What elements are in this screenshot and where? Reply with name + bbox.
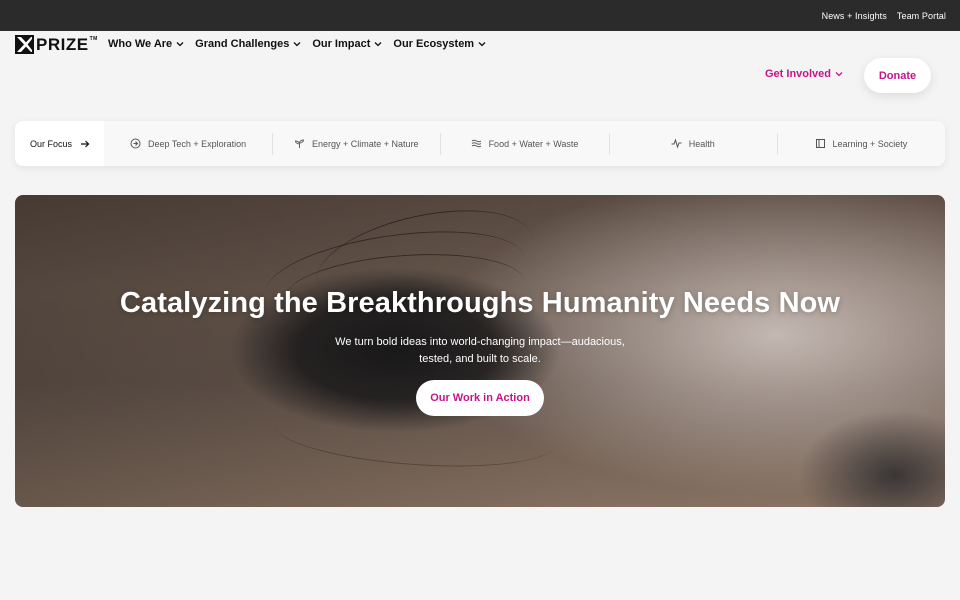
sprout-icon [295, 139, 304, 148]
chevron-down-icon [835, 72, 843, 77]
our-focus-link[interactable]: Our Focus [15, 121, 104, 166]
chevron-down-icon [374, 42, 382, 47]
xprize-logo[interactable]: PRIZETM [15, 35, 98, 54]
news-insights-link[interactable]: News + Insights [822, 11, 887, 21]
focus-health[interactable]: Health [608, 121, 777, 166]
nav-who-we-are[interactable]: Who We Are [108, 38, 184, 50]
nav-our-impact[interactable]: Our Impact [312, 38, 382, 50]
book-icon [815, 139, 825, 148]
logo-wordmark: PRIZETM [36, 35, 98, 54]
focus-label: Learning + Society [832, 138, 908, 149]
nav-our-ecosystem[interactable]: Our Ecosystem [393, 38, 486, 50]
hero-banner: Catalyzing the Breakthroughs Humanity Ne… [15, 195, 945, 507]
nav-label: Grand Challenges [195, 38, 290, 50]
hero-title: Catalyzing the Breakthroughs Humanity Ne… [119, 287, 841, 319]
compass-icon [130, 138, 141, 149]
focus-food-water[interactable]: Food + Water + Waste [440, 121, 608, 166]
focus-learning-society[interactable]: Learning + Society [776, 121, 945, 166]
donate-button[interactable]: Donate [864, 58, 931, 93]
our-work-in-action-button[interactable]: Our Work in Action [416, 380, 544, 416]
nav-label: Our Impact [312, 38, 371, 50]
hero-subtitle-line-1: We turn bold ideas into world-changing i… [335, 336, 625, 348]
x-logo-icon [15, 35, 34, 54]
waves-icon [471, 139, 481, 148]
trademark-mark: TM [89, 36, 98, 42]
chevron-down-icon [478, 42, 486, 47]
focus-categories: Deep Tech + Exploration Energy + Climate… [104, 121, 945, 166]
our-focus-label: Our Focus [30, 138, 73, 149]
get-involved-menu[interactable]: Get Involved [765, 68, 843, 80]
pulse-icon [671, 138, 682, 149]
arrow-right-icon [81, 140, 90, 147]
utility-bar: News + Insights Team Portal [0, 0, 960, 31]
chevron-down-icon [176, 42, 184, 47]
focus-energy-climate[interactable]: Energy + Climate + Nature [272, 121, 440, 166]
focus-label: Energy + Climate + Nature [312, 138, 419, 149]
get-involved-label: Get Involved [765, 68, 832, 80]
focus-label: Deep Tech + Exploration [148, 138, 247, 149]
main-nav: Who We Are Grand Challenges Our Impact O… [108, 36, 486, 52]
nav-label: Who We Are [108, 38, 173, 50]
nav-grand-challenges[interactable]: Grand Challenges [195, 38, 301, 50]
chevron-down-icon [293, 42, 301, 47]
focus-label: Health [688, 138, 715, 149]
nav-label: Our Ecosystem [393, 38, 475, 50]
hero-subtitle: We turn bold ideas into world-changing i… [320, 334, 640, 368]
focus-bar: Our Focus Deep Tech + Exploration Energy… [15, 121, 945, 166]
focus-label: Food + Water + Waste [488, 138, 579, 149]
team-portal-link[interactable]: Team Portal [897, 11, 946, 21]
focus-deep-tech[interactable]: Deep Tech + Exploration [104, 121, 272, 166]
hero-subtitle-line-2: tested, and built to scale. [419, 353, 541, 365]
